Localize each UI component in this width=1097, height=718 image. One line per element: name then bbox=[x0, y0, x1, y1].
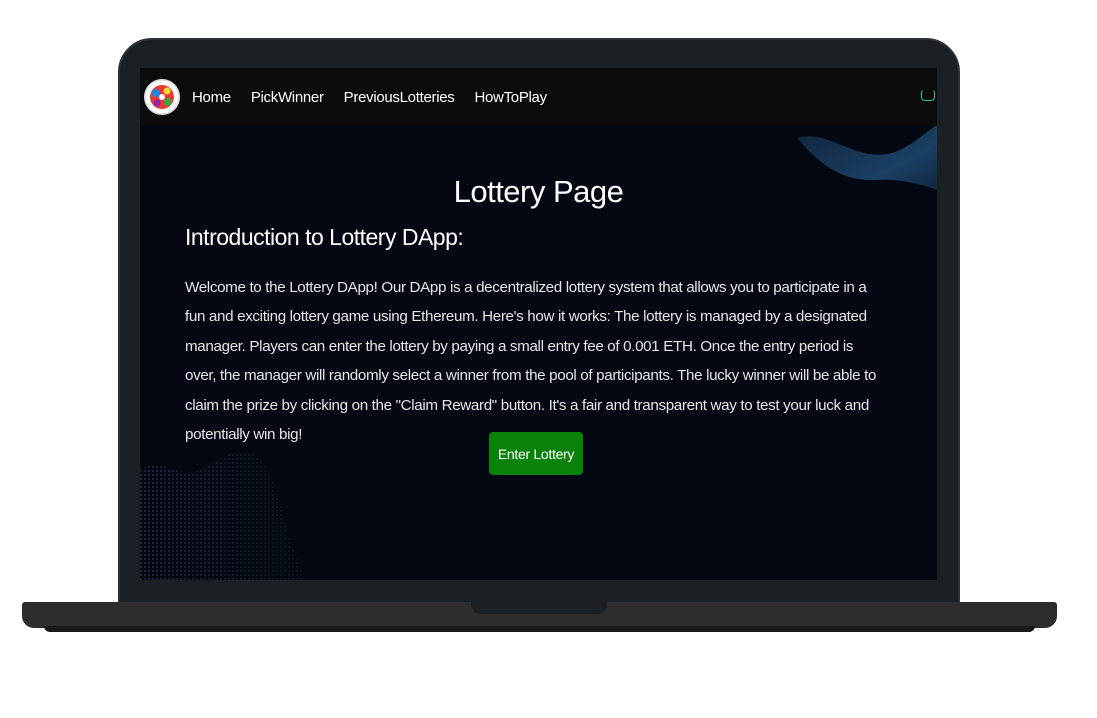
navbar: Home PickWinner PreviousLotteries HowToP… bbox=[140, 68, 937, 126]
intro-heading: Introduction to Lottery DApp: bbox=[185, 224, 464, 250]
nav-link-how-to-play[interactable]: HowToPlay bbox=[474, 89, 547, 106]
laptop-notch bbox=[471, 602, 607, 614]
nav-link-home[interactable]: Home bbox=[192, 89, 231, 106]
nav-link-previous-lotteries[interactable]: PreviousLotteries bbox=[344, 89, 455, 106]
laptop-base-shadow bbox=[44, 626, 1035, 632]
laptop-screen: Home PickWinner PreviousLotteries HowToP… bbox=[140, 68, 937, 580]
navbar-toggle-icon[interactable] bbox=[921, 89, 935, 101]
intro-paragraph: Welcome to the Lottery DApp! Our DApp is… bbox=[185, 279, 877, 444]
enter-lottery-button[interactable]: Enter Lottery bbox=[489, 432, 583, 475]
page-title: Lottery Page bbox=[453, 174, 624, 209]
lottery-logo-icon[interactable] bbox=[144, 79, 180, 115]
nav-links: Home PickWinner PreviousLotteries HowToP… bbox=[192, 68, 567, 126]
laptop-mockup: Home PickWinner PreviousLotteries HowToP… bbox=[0, 0, 1097, 718]
dots-decoration bbox=[140, 450, 310, 580]
nav-link-pick-winner[interactable]: PickWinner bbox=[251, 89, 324, 106]
